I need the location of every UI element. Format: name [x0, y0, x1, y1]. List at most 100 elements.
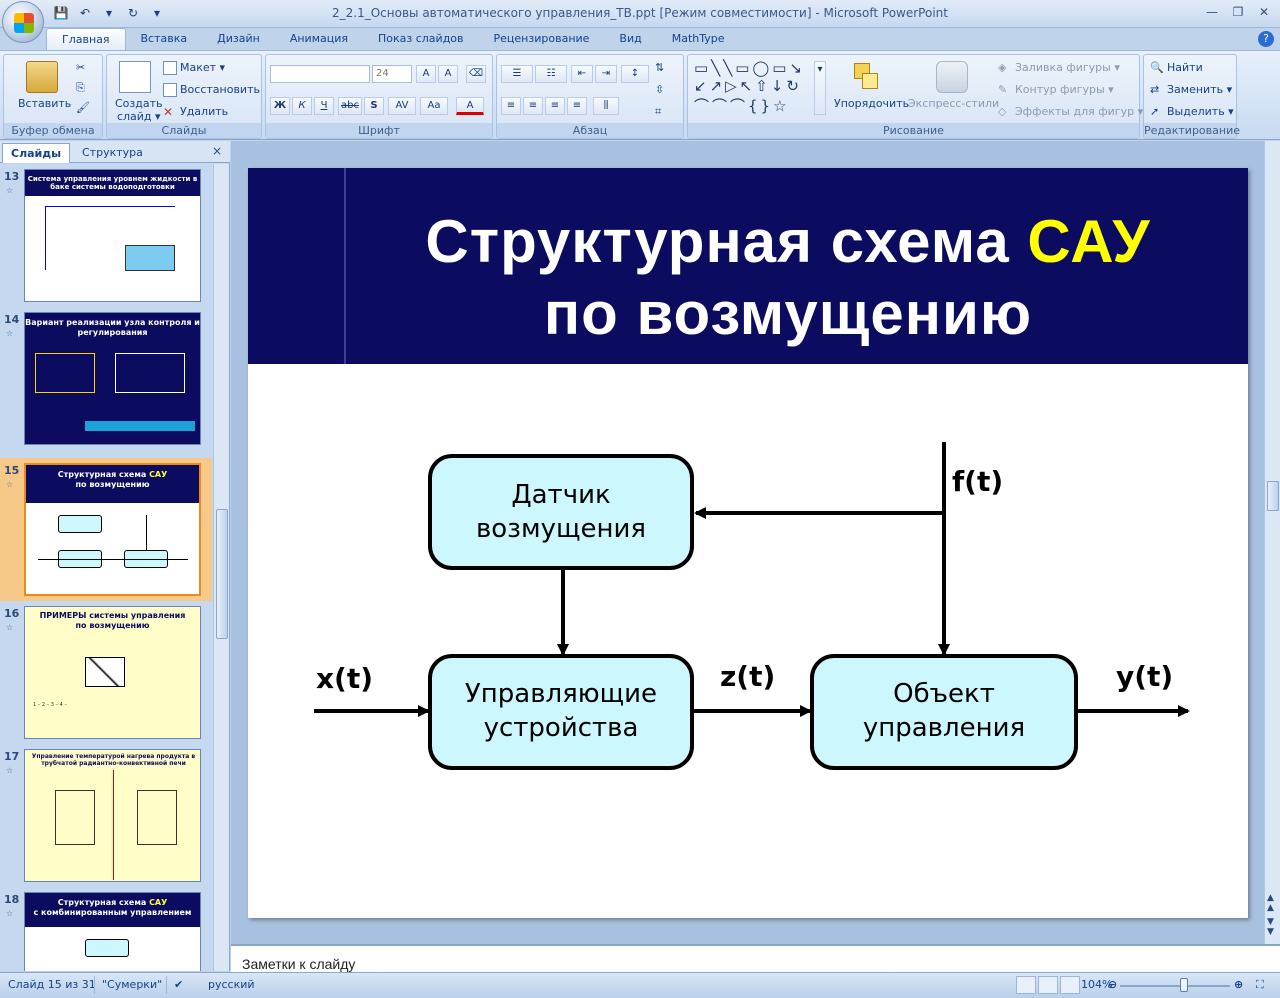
- slide-scrollbar[interactable]: ▲ ▲ ▼ ▼: [1264, 141, 1280, 944]
- prev-slide-icon[interactable]: ▲ ▲: [1267, 893, 1274, 913]
- layout-button[interactable]: Макет ▾: [163, 61, 225, 75]
- tab-animation[interactable]: Анимация: [275, 28, 363, 50]
- notes-pane[interactable]: Заметки к слайду: [231, 944, 1280, 972]
- slide-canvas[interactable]: Структурная схема САУ по возмущению Датчи…: [248, 168, 1248, 918]
- thumbnails-scrollbar[interactable]: [213, 164, 229, 971]
- line-spacing-button[interactable]: ↕: [621, 65, 649, 83]
- slide-thumbnail[interactable]: 14 ☆ Вариант реализации узла контроля и …: [0, 307, 212, 450]
- block-diagram: Датчик возмущения Управляющие устройства…: [314, 442, 1190, 770]
- zoom-slider[interactable]: [1120, 985, 1230, 987]
- find-button[interactable]: 🔍 Найти: [1150, 61, 1203, 75]
- normal-view-button[interactable]: [1016, 976, 1036, 994]
- decrease-indent-button[interactable]: ⇤: [571, 65, 593, 83]
- theme-name[interactable]: "Сумерки": [102, 978, 162, 991]
- font-name-input[interactable]: [270, 65, 370, 83]
- reset-button[interactable]: Восстановить: [163, 83, 260, 97]
- scrollbar-thumb[interactable]: [1267, 481, 1279, 511]
- thumbnail-preview: Управление температурой нагрева продукта…: [24, 749, 201, 882]
- cursor-icon: ➚: [1150, 105, 1160, 118]
- shadow-button[interactable]: S: [364, 97, 384, 115]
- maximize-button[interactable]: ❐: [1226, 3, 1250, 21]
- zoom-out-icon[interactable]: ⊖: [1108, 978, 1117, 991]
- strikethrough-button[interactable]: abc: [338, 97, 362, 115]
- shapes-gallery-scroll[interactable]: ▾: [814, 61, 826, 115]
- copy-icon[interactable]: ⎘: [76, 81, 85, 95]
- change-case-button[interactable]: Aa: [420, 97, 448, 115]
- close-pane-icon[interactable]: ×: [212, 144, 222, 158]
- fit-to-window-icon[interactable]: ⛶: [1256, 978, 1264, 992]
- underline-button[interactable]: Ч: [314, 97, 334, 115]
- italic-button[interactable]: К: [292, 97, 312, 115]
- transition-icon: ☆: [6, 480, 14, 489]
- paste-button[interactable]: Вставить: [18, 97, 71, 110]
- align-right-button[interactable]: ≡: [545, 97, 565, 115]
- new-slide-icon: [119, 61, 151, 93]
- text-direction-icon[interactable]: ⇅: [655, 61, 664, 74]
- window-title: 2_2.1_Основы автоматического управления_…: [332, 6, 948, 20]
- arrange-button[interactable]: Упорядочить: [834, 97, 909, 110]
- justify-button[interactable]: ≡: [567, 97, 587, 115]
- tab-outline[interactable]: Структура: [74, 143, 151, 163]
- slide-counter: Слайд 15 из 31: [8, 978, 96, 991]
- bullets-button[interactable]: ☰: [501, 65, 533, 83]
- tab-insert[interactable]: Вставка: [126, 28, 203, 50]
- tab-review[interactable]: Рецензирование: [479, 28, 605, 50]
- shape-fill-button[interactable]: ◈ Заливка фигуры ▾: [998, 61, 1120, 75]
- minimize-button[interactable]: —: [1200, 3, 1224, 21]
- zoom-in-icon[interactable]: ⊕: [1234, 978, 1243, 991]
- align-center-button[interactable]: ≡: [523, 97, 543, 115]
- font-size-input[interactable]: 24: [372, 65, 412, 83]
- increase-indent-button[interactable]: ⇥: [595, 65, 617, 83]
- font-color-button[interactable]: A: [456, 97, 484, 115]
- cut-icon[interactable]: ✂: [76, 61, 85, 74]
- close-button[interactable]: ✕: [1252, 3, 1276, 21]
- tab-slides[interactable]: Слайды: [2, 143, 71, 163]
- office-button[interactable]: [2, 1, 44, 43]
- align-left-button[interactable]: ≡: [501, 97, 521, 115]
- shape-effects-button[interactable]: ◇ Эффекты для фигур ▾: [998, 105, 1143, 119]
- slide-thumbnail[interactable]: 17 ☆ Управление температурой нагрева про…: [0, 744, 212, 887]
- slide-thumbnail[interactable]: 13 ☆ Система управления уровнем жидкости…: [0, 164, 212, 307]
- bold-button[interactable]: Ж: [270, 97, 290, 115]
- spellcheck-icon[interactable]: ✔: [174, 978, 183, 991]
- slide-thumbnails: 13 ☆ Система управления уровнем жидкости…: [0, 164, 212, 971]
- slide-thumbnail[interactable]: 18 ☆ Структурная схема САУ с комбинирован…: [0, 887, 212, 971]
- slide-thumbnail[interactable]: 16 ☆ ПРИМЕРЫ системы управления по возму…: [0, 601, 212, 744]
- slide-sorter-view-button[interactable]: [1038, 976, 1058, 994]
- scrollbar-thumb[interactable]: [216, 509, 228, 639]
- char-spacing-button[interactable]: AV: [388, 97, 416, 115]
- slideshow-view-button[interactable]: [1060, 976, 1080, 994]
- controller-block[interactable]: [428, 654, 694, 770]
- clear-format-button[interactable]: ⌫: [466, 65, 486, 83]
- tab-mathtype[interactable]: MathType: [657, 28, 740, 50]
- format-painter-icon[interactable]: 🖌: [76, 101, 90, 114]
- sensor-label-2: возмущения: [476, 514, 646, 544]
- signal-f-label: f(t): [952, 465, 1003, 498]
- tab-design[interactable]: Дизайн: [202, 28, 275, 50]
- language-indicator[interactable]: русский: [208, 978, 255, 991]
- tab-slideshow[interactable]: Показ слайдов: [363, 28, 479, 50]
- align-text-icon[interactable]: ⇳: [655, 83, 664, 96]
- object-block[interactable]: [810, 654, 1078, 770]
- help-icon[interactable]: ?: [1258, 31, 1274, 47]
- grow-font-button[interactable]: A: [416, 65, 436, 83]
- delete-icon: ✕: [163, 105, 174, 119]
- shape-outline-button[interactable]: ✎ Контур фигуры ▾: [998, 83, 1114, 97]
- tab-view[interactable]: Вид: [604, 28, 656, 50]
- smartart-icon[interactable]: ⌗: [655, 105, 661, 119]
- select-button[interactable]: ➚ Выделить ▾: [1150, 105, 1234, 119]
- quick-styles-button[interactable]: Экспресс-стили: [908, 97, 999, 110]
- next-slide-icon[interactable]: ▼ ▼: [1267, 917, 1274, 937]
- shapes-gallery[interactable]: ▭╲╲▭◯▭↘ ↙↗▷↖⇧↓↻ ⌒⌒⌒{}☆: [694, 59, 805, 116]
- editing-group-label: Редактирование: [1144, 123, 1240, 138]
- zoom-slider-knob[interactable]: [1180, 978, 1188, 992]
- shrink-font-button[interactable]: A: [438, 65, 458, 83]
- tab-home[interactable]: Главная: [46, 28, 126, 50]
- numbering-button[interactable]: ☷: [535, 65, 567, 83]
- sensor-block[interactable]: [428, 454, 694, 570]
- columns-button[interactable]: ⫼: [593, 97, 619, 115]
- slide-thumbnail-selected[interactable]: 15 ☆ Структурная схема САУ по возмущению: [0, 458, 212, 601]
- replace-button[interactable]: ⇄ Заменить ▾: [1150, 83, 1232, 97]
- new-slide-button[interactable]: Создать слайд ▾: [115, 97, 163, 123]
- delete-slide-button[interactable]: ✕ Удалить: [163, 105, 228, 119]
